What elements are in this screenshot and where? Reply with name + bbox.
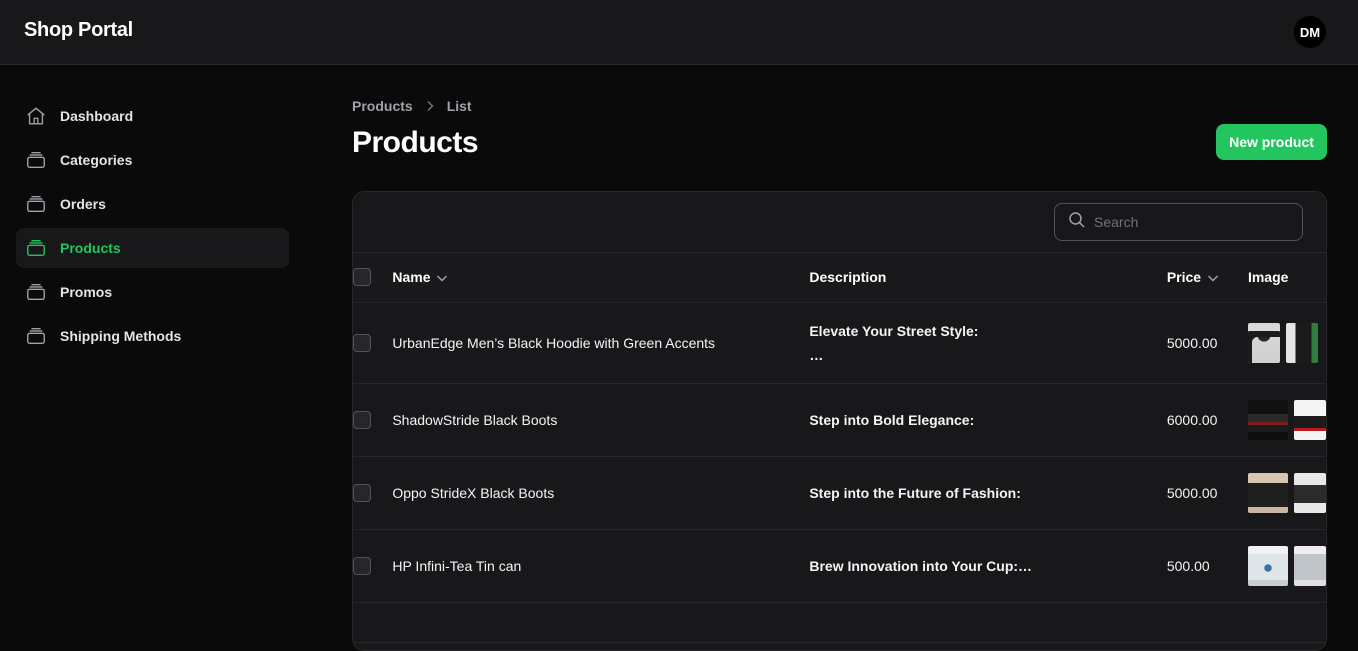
- sidebar-item-shipping-methods[interactable]: Shipping Methods: [16, 316, 289, 356]
- product-name[interactable]: UrbanEdge Men’s Black Hoodie with Green …: [392, 302, 809, 383]
- sidebar: Dashboard Categories Orders Products Pro…: [16, 96, 289, 360]
- sidebar-item-label: Products: [60, 240, 121, 256]
- column-header-label: Price: [1166, 269, 1202, 286]
- sidebar-item-label: Categories: [60, 152, 133, 168]
- column-header-image: Image: [1247, 269, 1289, 286]
- description-text: Elevate Your Street Style:: [809, 322, 979, 339]
- product-price: 5000.00: [1166, 334, 1218, 351]
- hoodie-photo[interactable]: [1247, 322, 1280, 363]
- search-input[interactable]: [1094, 214, 1294, 230]
- sidebar-item-promos[interactable]: Promos: [16, 272, 289, 312]
- description-text: Step into the Future of Fashion:: [809, 484, 1021, 501]
- description-more: …: [809, 346, 824, 363]
- home-icon: [24, 104, 48, 128]
- select-all-checkbox[interactable]: [353, 268, 371, 287]
- sidebar-item-orders[interactable]: Orders: [16, 184, 289, 224]
- table-row[interactable]: ShadowStride Black Boots Step into Bold …: [353, 383, 1326, 456]
- boots-photo-3[interactable]: [1293, 472, 1326, 513]
- sidebar-item-categories[interactable]: Categories: [16, 140, 289, 180]
- search-icon: [1068, 211, 1086, 234]
- column-header-price[interactable]: Price: [1167, 253, 1248, 302]
- chevron-down-icon: [1207, 269, 1219, 285]
- table-row[interactable]: [353, 602, 1326, 642]
- table-toolbar: [353, 192, 1326, 253]
- table-row[interactable]: HP Infini-Tea Tin can Brew Innovation in…: [353, 529, 1326, 602]
- column-header-name[interactable]: Name: [392, 253, 809, 302]
- products-table: Name Description Price Image UrbanEdge M…: [353, 253, 1326, 643]
- product-name[interactable]: ShadowStride Black Boots: [392, 383, 809, 456]
- product-description: Step into Bold Elegance:: [809, 383, 1167, 456]
- new-product-button[interactable]: New product: [1216, 124, 1327, 160]
- table-header-row: Name Description Price Image: [353, 253, 1326, 302]
- description-text: Step into Bold Elegance:: [809, 411, 975, 428]
- product-price: 6000.00: [1166, 411, 1218, 428]
- product-description: Brew Innovation into Your Cup:…: [809, 529, 1167, 602]
- black-boots-photo[interactable]: [1247, 472, 1288, 513]
- stack-icon: [24, 280, 48, 304]
- tea-tin-photo[interactable]: [1247, 545, 1288, 586]
- table-row[interactable]: Oppo StrideX Black Boots Step into the F…: [353, 456, 1326, 529]
- row-checkbox[interactable]: [353, 410, 371, 429]
- hoodie-photo-2[interactable]: [1285, 322, 1318, 363]
- sidebar-item-dashboard[interactable]: Dashboard: [16, 96, 289, 136]
- product-images: [1247, 302, 1326, 383]
- stack-icon: [24, 148, 48, 172]
- top-bar: Shop Portal DM: [0, 0, 1358, 65]
- breadcrumb-current: List: [446, 98, 472, 114]
- main-content: Products List Products New product Searc…: [352, 96, 1327, 651]
- product-price: 5000.00: [1166, 484, 1218, 501]
- breadcrumb: Products List: [352, 96, 1327, 116]
- row-checkbox[interactable]: [353, 556, 371, 575]
- product-description: Step into the Future of Fashion:: [809, 456, 1167, 529]
- search-box[interactable]: [1054, 203, 1303, 241]
- description-text: Brew Innovation into Your Cup:…: [809, 557, 1033, 574]
- row-checkbox[interactable]: [353, 333, 371, 352]
- sidebar-item-label: Promos: [60, 284, 113, 300]
- sidebar-item-products[interactable]: Products: [16, 228, 289, 268]
- page-title: Products: [352, 126, 479, 159]
- select-all-cell: [353, 253, 392, 302]
- stack-icon: [24, 324, 48, 348]
- table-row[interactable]: UrbanEdge Men’s Black Hoodie with Green …: [353, 302, 1326, 383]
- row-checkbox[interactable]: [353, 483, 371, 502]
- column-header-description: Description: [809, 269, 887, 286]
- breadcrumb-products-link[interactable]: Products: [352, 98, 413, 114]
- tea-tin-photo-2[interactable]: [1293, 545, 1326, 586]
- column-header-label: Name: [392, 269, 431, 286]
- product-images: [1247, 456, 1326, 529]
- product-images: [1247, 383, 1326, 456]
- product-description: Elevate Your Street Style: …: [809, 302, 1167, 383]
- sidebar-item-label: Dashboard: [60, 108, 134, 124]
- stack-icon: [24, 236, 48, 260]
- chevron-down-icon: [436, 269, 448, 285]
- products-table-panel: Name Description Price: [352, 191, 1327, 651]
- user-avatar[interactable]: DM: [1294, 16, 1326, 48]
- product-price: 500.00: [1166, 557, 1210, 574]
- chevron-right-icon: [425, 100, 435, 112]
- sidebar-item-label: Orders: [60, 196, 106, 212]
- product-name[interactable]: HP Infini-Tea Tin can: [392, 529, 809, 602]
- stack-icon: [24, 192, 48, 216]
- product-images: [1247, 529, 1326, 602]
- sidebar-item-label: Shipping Methods: [60, 328, 182, 344]
- product-name[interactable]: Oppo StrideX Black Boots: [392, 456, 809, 529]
- red-black-boots-photo[interactable]: [1247, 399, 1288, 440]
- boots-photo-2[interactable]: [1293, 399, 1326, 440]
- app-title[interactable]: Shop Portal: [24, 19, 133, 42]
